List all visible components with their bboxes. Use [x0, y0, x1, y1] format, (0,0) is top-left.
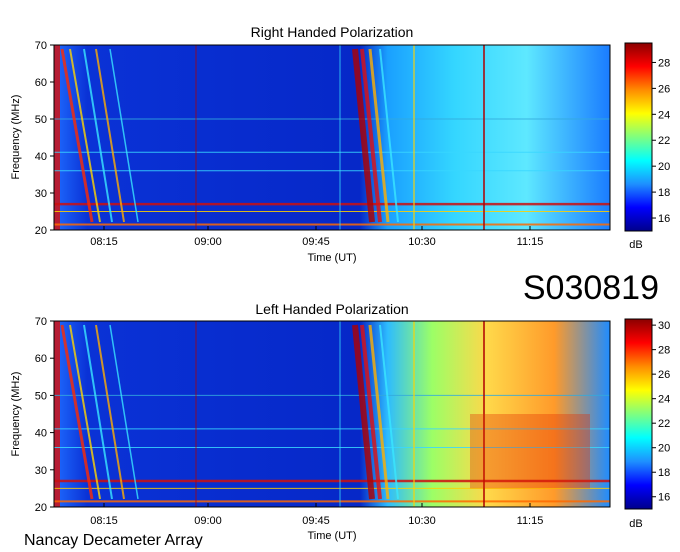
colorbar-tick-label: 26: [658, 83, 670, 95]
y-tick-label: 20: [35, 225, 47, 237]
y-axis: 20 30 40 50 60 70: [35, 316, 54, 514]
y-axis-label: Frequency (MHz): [10, 95, 22, 180]
colorbar-tick-label: 16: [658, 492, 670, 504]
y-tick-label: 30: [35, 188, 47, 200]
colorbar-label: dB: [629, 518, 642, 530]
spectrogram-figure: Right Handed Polarization 20 30 40 50 60 70 0…: [10, 24, 670, 549]
heatmap-background: [54, 45, 610, 230]
colorbar-ticks: 16 18 20 22 24 26 28: [652, 57, 670, 225]
colorbar: 16 18 20 22 24 26 28 30 dB: [624, 318, 670, 530]
colorbar-gradient: [624, 42, 653, 232]
colorbar-tick-label: 28: [658, 345, 670, 357]
station-id: S030819: [523, 269, 659, 307]
x-tick-label: 09:45: [302, 236, 330, 248]
colorbar: 16 18 20 22 24 26 28 dB: [624, 42, 670, 251]
colorbar-tick-label: 18: [658, 467, 670, 479]
x-tick-label: 08:15: [90, 236, 118, 248]
y-tick-label: 40: [35, 151, 47, 163]
y-tick-label: 60: [35, 77, 47, 89]
y-tick-label: 70: [35, 40, 47, 52]
colorbar-tick-label: 20: [658, 161, 670, 173]
colorbar-tick-label: 26: [658, 369, 670, 381]
panel-title: Left Handed Polarization: [255, 301, 408, 317]
panel-title: Right Handed Polarization: [251, 24, 414, 40]
y-axis: 20 30 40 50 60 70: [35, 40, 54, 237]
y-tick-label: 20: [35, 502, 47, 514]
emission-region: [470, 414, 590, 489]
panel-right-handed: Right Handed Polarization 20 30 40 50 60 70 0…: [10, 24, 670, 264]
heatmap-plot: [53, 320, 611, 508]
colorbar-tick-label: 30: [658, 320, 670, 332]
x-tick-label: 10:30: [408, 236, 436, 248]
x-tick-label: 09:00: [194, 515, 222, 527]
y-tick-label: 30: [35, 465, 47, 477]
y-axis-label: Frequency (MHz): [10, 372, 22, 457]
emission-band: [54, 45, 60, 230]
emission-band: [54, 321, 60, 507]
colorbar-tick-label: 28: [658, 57, 670, 69]
y-tick-label: 70: [35, 316, 47, 328]
x-tick-label: 08:15: [90, 515, 118, 527]
colorbar-tick-label: 18: [658, 187, 670, 199]
x-tick-label: 09:45: [302, 515, 330, 527]
colorbar-tick-label: 16: [658, 213, 670, 225]
x-tick-label: 09:00: [194, 236, 222, 248]
y-tick-label: 40: [35, 428, 47, 440]
colorbar-tick-label: 24: [658, 394, 670, 406]
footer-label: Nancay Decameter Array: [24, 532, 203, 549]
y-tick-label: 50: [35, 390, 47, 402]
colorbar-tick-label: 20: [658, 443, 670, 455]
x-tick-label: 10:30: [408, 515, 436, 527]
colorbar-ticks: 16 18 20 22 24 26 28 30: [652, 320, 670, 504]
x-tick-label: 11:15: [517, 236, 544, 248]
x-axis-label: Time (UT): [307, 252, 356, 264]
x-axis-label: Time (UT): [307, 530, 356, 542]
y-tick-label: 50: [35, 114, 47, 126]
colorbar-label: dB: [629, 239, 642, 251]
colorbar-tick-label: 22: [658, 135, 670, 147]
panel-left-handed: Left Handed Polarization 20 30 40 50 60 70 08…: [10, 301, 670, 542]
colorbar-gradient: [624, 318, 653, 510]
y-tick-label: 60: [35, 353, 47, 365]
x-tick-label: 11:15: [517, 515, 544, 527]
heatmap-plot: [53, 44, 611, 231]
colorbar-tick-label: 24: [658, 109, 670, 121]
colorbar-tick-label: 22: [658, 418, 670, 430]
